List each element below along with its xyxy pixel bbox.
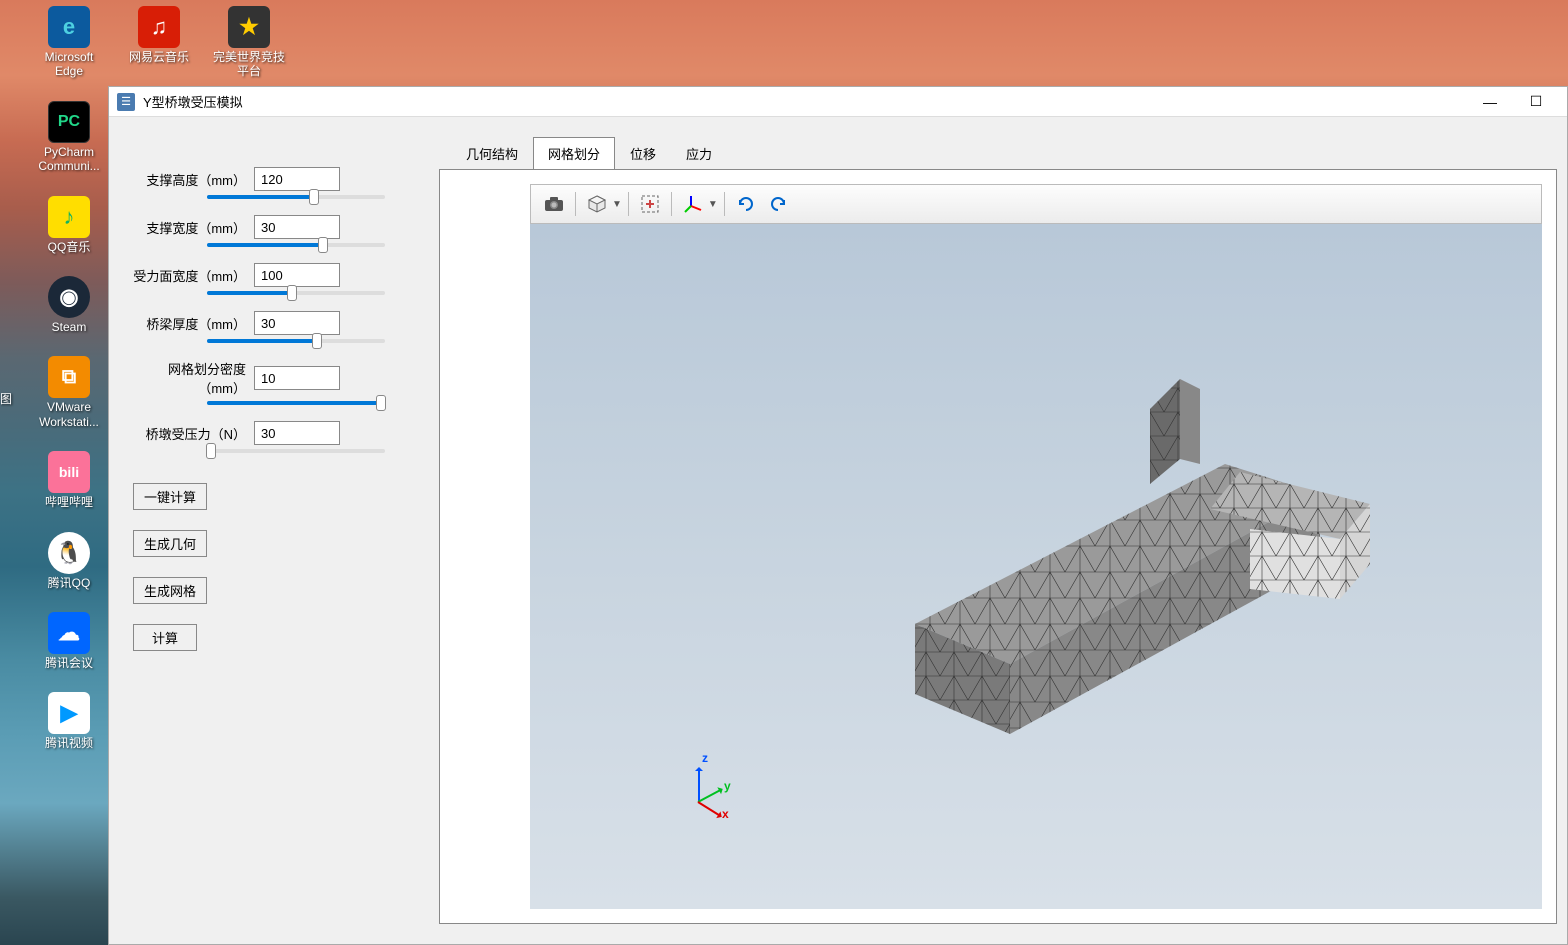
- slider-support-width[interactable]: [207, 243, 385, 247]
- view-tabs: 几何结构 网格划分 位移 应力: [451, 137, 1557, 170]
- axis-x-label: x: [722, 807, 729, 821]
- tencentqq-icon: 🐧: [48, 532, 90, 574]
- pycharm-icon: PC: [48, 101, 90, 143]
- tab-displacement[interactable]: 位移: [615, 137, 671, 170]
- desktop-icon-pwesports[interactable]: ★完美世界竞技平台: [210, 6, 288, 79]
- desktop-icon-label: 腾讯会议: [45, 656, 93, 670]
- desktop-icon-label: Steam: [52, 320, 87, 334]
- desktop-icon-label: PyCharm Communi...: [30, 145, 108, 174]
- axis-y-label: y: [724, 779, 731, 793]
- pwesports-icon: ★: [228, 6, 270, 48]
- qqmusic-icon: ♪: [48, 196, 90, 238]
- slider-thumb[interactable]: [287, 285, 297, 301]
- minimize-button[interactable]: —: [1467, 87, 1513, 117]
- param-input-pressure[interactable]: [254, 421, 340, 445]
- desktop-icons-column-3: ★完美世界竞技平台: [210, 6, 288, 79]
- param-label-face-width: 受力面宽度（mm）: [129, 266, 254, 285]
- param-input-support-height[interactable]: [254, 167, 340, 191]
- param-input-support-width[interactable]: [254, 215, 340, 239]
- maximize-button[interactable]: ☐: [1513, 87, 1559, 117]
- slider-thumb[interactable]: [318, 237, 328, 253]
- tab-mesh[interactable]: 网格划分: [533, 137, 615, 170]
- steam-icon: ◉: [48, 276, 90, 318]
- desktop-icon-label: Microsoft Edge: [30, 50, 108, 79]
- desktop-icon-label: 哔哩哔哩: [45, 495, 93, 509]
- app-window: ☰ Y型桥墩受压模拟 — ☐ 支撑高度（mm） 支撑宽度（mm） 受力面宽度（m…: [108, 86, 1568, 945]
- desktop-icon-pycharm[interactable]: PCPyCharm Communi...: [30, 101, 108, 174]
- desktop-icon-label: VMware Workstati...: [30, 400, 108, 429]
- slider-face-width[interactable]: [207, 291, 385, 295]
- chevron-down-icon[interactable]: ▼: [612, 199, 622, 210]
- generate-geometry-button[interactable]: 生成几何: [133, 530, 207, 557]
- param-input-bridge-thickness[interactable]: [254, 311, 340, 335]
- slider-pressure[interactable]: [207, 449, 385, 453]
- vmware-icon: ⧉: [48, 356, 90, 398]
- viewport-toolbar: ▼ ▼: [530, 184, 1542, 224]
- slider-thumb[interactable]: [376, 395, 386, 411]
- chevron-down-icon[interactable]: ▼: [708, 199, 718, 210]
- param-label-support-height: 支撑高度（mm）: [129, 170, 254, 189]
- param-input-face-width[interactable]: [254, 263, 340, 287]
- desktop-icon-label: 腾讯视频: [45, 736, 93, 750]
- bilibili-icon: bili: [48, 451, 90, 493]
- tab-geometry[interactable]: 几何结构: [451, 137, 533, 170]
- rotate-cw-icon[interactable]: [731, 190, 761, 218]
- netease-icon: ♫: [138, 6, 180, 48]
- desktop-icon-label: 腾讯QQ: [48, 576, 91, 590]
- fit-icon[interactable]: [635, 190, 665, 218]
- param-label-support-width: 支撑宽度（mm）: [129, 218, 254, 237]
- axis-triad: z y x: [680, 759, 740, 819]
- window-title: Y型桥墩受压模拟: [143, 92, 243, 111]
- param-input-mesh-density[interactable]: [254, 366, 340, 390]
- desktop-icon-tencentvideo[interactable]: ▶ 腾讯视频: [30, 692, 108, 750]
- tencentvideo-icon: ▶: [48, 692, 90, 734]
- app-body: 支撑高度（mm） 支撑宽度（mm） 受力面宽度（mm） 桥梁厚度（mm） 网格划…: [109, 117, 1567, 944]
- slider-thumb[interactable]: [309, 189, 319, 205]
- param-label-mesh-density: 网格划分密度（mm）: [129, 359, 254, 397]
- axis-z-label: z: [702, 751, 708, 765]
- param-label-bridge-thickness: 桥梁厚度（mm）: [129, 314, 254, 333]
- viewport-container: ▼ ▼: [439, 169, 1557, 924]
- desktop-icons-column-2: ♫ 网易云音乐: [120, 6, 198, 64]
- cube-icon[interactable]: [582, 190, 612, 218]
- param-label-pressure: 桥墩受压力（N）: [129, 424, 254, 443]
- viewport-panel: 几何结构 网格划分 位移 应力 ▼ ▼: [439, 117, 1567, 944]
- desktop-icon-qqmusic[interactable]: ♪ QQ音乐: [30, 196, 108, 254]
- desktop-icon-label: 网易云音乐: [129, 50, 189, 64]
- parameters-panel: 支撑高度（mm） 支撑宽度（mm） 受力面宽度（mm） 桥梁厚度（mm） 网格划…: [109, 117, 439, 944]
- desktop-icon-vmware[interactable]: ⧉VMware Workstati...: [30, 356, 108, 429]
- slider-support-height[interactable]: [207, 195, 385, 199]
- desktop-icon-tencentmeeting[interactable]: ☁ 腾讯会议: [30, 612, 108, 670]
- generate-mesh-button[interactable]: 生成网格: [133, 577, 207, 604]
- slider-bridge-thickness[interactable]: [207, 339, 385, 343]
- titlebar[interactable]: ☰ Y型桥墩受压模拟 — ☐: [109, 87, 1567, 117]
- compute-button[interactable]: 计算: [133, 624, 197, 651]
- edge-icon: e: [48, 6, 90, 48]
- desktop-icons-column-1: eMicrosoft Edge PCPyCharm Communi... ♪ QQ…: [30, 6, 108, 751]
- one-click-compute-button[interactable]: 一键计算: [133, 483, 207, 510]
- slider-mesh-density[interactable]: [207, 401, 385, 405]
- desktop-icon-label: QQ音乐: [48, 240, 91, 254]
- tencentmeeting-icon: ☁: [48, 612, 90, 654]
- axis-icon[interactable]: [678, 190, 708, 218]
- slider-thumb[interactable]: [312, 333, 322, 349]
- desktop-icon-netease[interactable]: ♫ 网易云音乐: [120, 6, 198, 64]
- mesh-3d-model: [870, 364, 1380, 744]
- slider-thumb[interactable]: [206, 443, 216, 459]
- desktop-icon-tencentqq[interactable]: 🐧 腾讯QQ: [30, 532, 108, 590]
- viewport-3d[interactable]: z y x: [530, 224, 1542, 909]
- desktop-icon-label: 完美世界竞技平台: [210, 50, 288, 79]
- app-icon: ☰: [117, 93, 135, 111]
- desktop-icon-edge[interactable]: eMicrosoft Edge: [30, 6, 108, 79]
- tab-stress[interactable]: 应力: [671, 137, 727, 170]
- desktop-icon-steam[interactable]: ◉ Steam: [30, 276, 108, 334]
- rotate-ccw-icon[interactable]: [763, 190, 793, 218]
- desktop-icon-bilibili[interactable]: bili 哔哩哔哩: [30, 451, 108, 509]
- camera-icon[interactable]: [539, 190, 569, 218]
- desktop-trunc-label: 图: [0, 390, 12, 407]
